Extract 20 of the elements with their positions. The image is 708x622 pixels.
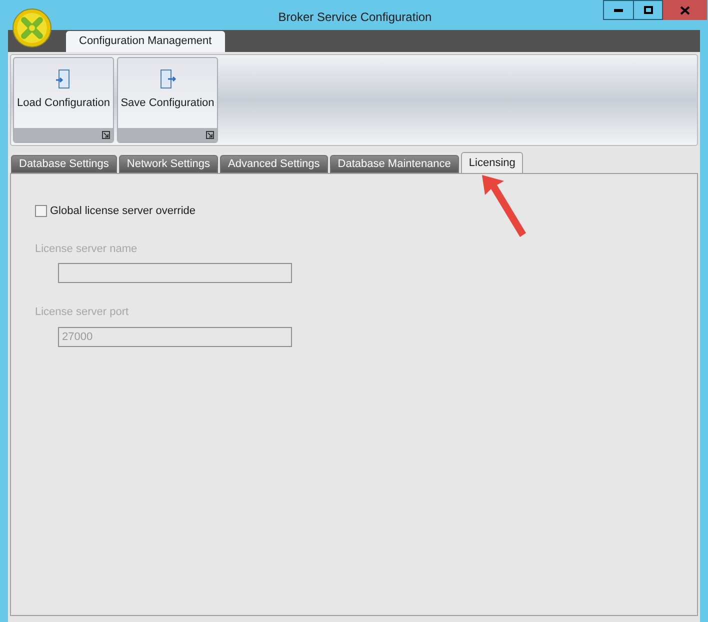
document-icon xyxy=(54,69,72,89)
checkbox[interactable] xyxy=(35,205,47,218)
dialog-launcher-icon xyxy=(102,131,110,139)
tab[interactable]: Database Maintenance xyxy=(330,155,459,173)
tab[interactable]: Advanced Settings xyxy=(220,155,328,173)
close-icon xyxy=(680,6,690,14)
tab[interactable]: Licensing xyxy=(460,152,524,173)
tab[interactable]: Network Settings xyxy=(118,155,218,173)
document-icon xyxy=(158,69,176,89)
field-label: License server name xyxy=(35,242,138,256)
dialog-launcher-icon xyxy=(206,131,214,139)
ribbon-button[interactable]: Load Configuration xyxy=(13,57,114,143)
field-label: License server port xyxy=(35,305,130,320)
close-button[interactable] xyxy=(663,0,707,20)
ribbon-tab[interactable]: Configuration Management xyxy=(66,31,225,52)
checkbox-label: Global license server override xyxy=(50,204,196,219)
minimize-button[interactable] xyxy=(603,0,634,20)
window-title: Broker Service Configuration xyxy=(277,9,433,26)
tab[interactable]: Database Settings xyxy=(11,155,117,173)
ribbon-button[interactable]: Save Configuration xyxy=(117,57,218,143)
